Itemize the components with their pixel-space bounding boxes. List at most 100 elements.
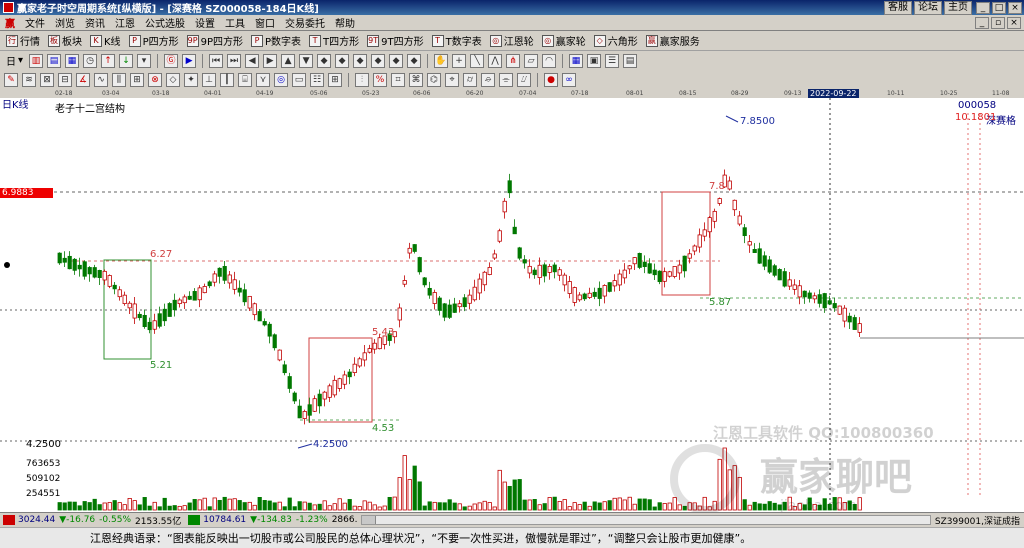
scroll-thumb[interactable]: [362, 516, 377, 524]
down-icon[interactable]: ▼: [299, 53, 314, 68]
gann-fan-icon[interactable]: ⊠: [40, 72, 54, 87]
diamond-3-icon[interactable]: ◆: [353, 53, 368, 68]
circle-icon[interactable]: ⊗: [148, 72, 162, 87]
color-wheel-icon[interactable]: ●: [544, 72, 558, 87]
menu-help[interactable]: 帮助: [330, 15, 360, 30]
mark-3-icon[interactable]: ⌬: [427, 72, 441, 87]
tool-t-table[interactable]: T T数字表: [430, 33, 484, 48]
mark-8-icon[interactable]: ⌰: [517, 72, 531, 87]
diamond-6-icon[interactable]: ◆: [407, 53, 422, 68]
tool-9t-square[interactable]: 9T 9T四方形: [365, 33, 425, 48]
minimize-icon[interactable]: _: [976, 1, 990, 14]
menu-window[interactable]: 窗口: [250, 15, 280, 30]
child-close-icon[interactable]: ×: [1007, 16, 1021, 29]
percent-icon[interactable]: %: [373, 72, 387, 87]
tool-quotes[interactable]: 行行情: [4, 33, 42, 48]
prev-icon[interactable]: ◀: [245, 53, 260, 68]
tool-sectors[interactable]: 板板块: [46, 33, 84, 48]
maximize-icon[interactable]: □: [992, 1, 1006, 14]
grid-icon[interactable]: ▦: [569, 53, 584, 68]
angle-icon[interactable]: ∡: [76, 72, 90, 87]
mark-7-icon[interactable]: ⌯: [499, 72, 513, 87]
bracket-icon[interactable]: ⌸: [238, 72, 252, 87]
tool-winner-wheel[interactable]: ◎ 赢家轮: [540, 33, 588, 48]
stack-icon[interactable]: ☷: [310, 72, 324, 87]
menu-trade[interactable]: 交易委托: [280, 15, 330, 30]
period-select[interactable]: 日 ▾: [4, 53, 25, 68]
home-link[interactable]: 主页: [944, 0, 972, 15]
mark-2-icon[interactable]: ⌘: [409, 72, 423, 87]
clock-icon[interactable]: ◷: [83, 53, 98, 68]
dropdown-icon[interactable]: ▾: [137, 53, 152, 68]
spiral-icon[interactable]: ◎: [274, 72, 288, 87]
diamond-1-icon[interactable]: ◆: [317, 53, 332, 68]
play-icon[interactable]: ▶: [182, 53, 197, 68]
support-link[interactable]: 客服: [884, 0, 912, 15]
mark-1-icon[interactable]: ⌗: [391, 72, 405, 87]
forum-link[interactable]: 论坛: [914, 0, 942, 15]
mark-5-icon[interactable]: ⌭: [463, 72, 477, 87]
hand-icon[interactable]: ✋: [434, 53, 449, 68]
table2-icon[interactable]: ⊞: [328, 72, 342, 87]
vertical-icon[interactable]: ┃: [220, 72, 234, 87]
kline-chart-area[interactable]: 日K线 老子十二宫结构 000058 深赛格 10.1801 6.9883 6.…: [0, 98, 1024, 514]
list-icon[interactable]: ☰: [605, 53, 620, 68]
menu-tools[interactable]: 工具: [220, 15, 250, 30]
tool-p-table[interactable]: P P数字表: [249, 33, 303, 48]
tool-9p-square[interactable]: 9P 9P四方形: [185, 33, 245, 48]
menu-settings[interactable]: 设置: [190, 15, 220, 30]
child-restore-icon[interactable]: ▫: [991, 16, 1005, 29]
ruler-icon[interactable]: ⊞: [130, 72, 144, 87]
gann-tool-icon[interactable]: Ⓖ: [164, 53, 179, 68]
last-icon[interactable]: ⏭: [227, 53, 242, 68]
diamond-tool-icon[interactable]: ◇: [166, 72, 180, 87]
layers-icon[interactable]: ▤: [623, 53, 638, 68]
mark-4-icon[interactable]: ⌖: [445, 72, 459, 87]
crosshair-icon[interactable]: +: [452, 53, 467, 68]
menu-formula[interactable]: 公式选股: [140, 15, 190, 30]
fan-icon[interactable]: ⋔: [506, 53, 521, 68]
arc-icon[interactable]: ◠: [542, 53, 557, 68]
calendar-icon[interactable]: ▦: [65, 53, 80, 68]
zigzag-icon[interactable]: ⋀: [488, 53, 503, 68]
table-icon[interactable]: ▤: [47, 53, 62, 68]
wave-icon[interactable]: ∿: [94, 72, 108, 87]
diamond-5-icon[interactable]: ◆: [389, 53, 404, 68]
rect-icon[interactable]: ▭: [292, 72, 306, 87]
star-icon[interactable]: ✦: [184, 72, 198, 87]
pencil-icon[interactable]: ✎: [4, 72, 18, 87]
cycle-icon[interactable]: ⊟: [58, 72, 72, 87]
indicator-icon[interactable]: ⫶: [355, 72, 369, 87]
tool-p-square[interactable]: P P四方形: [127, 33, 181, 48]
arrow-up-icon[interactable]: ↑: [101, 53, 116, 68]
child-minimize-icon[interactable]: _: [975, 16, 989, 29]
tool-gann-wheel[interactable]: ◎ 江恩轮: [488, 33, 536, 48]
channel-icon[interactable]: ▱: [524, 53, 539, 68]
infinity-icon[interactable]: ∞: [562, 72, 576, 87]
time-icon[interactable]: ⊥: [202, 72, 216, 87]
tool-service[interactable]: 赢赢家服务: [644, 33, 702, 48]
tool-kline[interactable]: K K线: [88, 33, 123, 48]
diamond-2-icon[interactable]: ◆: [335, 53, 350, 68]
first-icon[interactable]: ⏮: [209, 53, 224, 68]
tool-t-square[interactable]: T T四方形: [307, 33, 361, 48]
arrow-down-icon[interactable]: ↓: [119, 53, 134, 68]
menu-browse[interactable]: 浏览: [50, 15, 80, 30]
fib-icon[interactable]: ≋: [22, 72, 36, 87]
line-icon[interactable]: ╲: [470, 53, 485, 68]
tool-hexagon[interactable]: ◇ 六角形: [592, 33, 640, 48]
diamond-4-icon[interactable]: ◆: [371, 53, 386, 68]
up-icon[interactable]: ▲: [281, 53, 296, 68]
menu-gann[interactable]: 江恩: [110, 15, 140, 30]
menu-file[interactable]: 文件: [20, 15, 50, 30]
next-icon[interactable]: ▶: [263, 53, 278, 68]
fork-icon[interactable]: ⋎: [256, 72, 270, 87]
menu-news[interactable]: 资讯: [80, 15, 110, 30]
horizontal-scrollbar[interactable]: [361, 515, 931, 525]
menu-app-icon[interactable]: 赢: [0, 15, 20, 30]
mark-6-icon[interactable]: ⌮: [481, 72, 495, 87]
chart-type-icon[interactable]: ▥: [29, 53, 44, 68]
box-icon[interactable]: ▣: [587, 53, 602, 68]
close-icon[interactable]: ×: [1008, 1, 1022, 14]
bars-icon[interactable]: ⫼: [112, 72, 126, 87]
